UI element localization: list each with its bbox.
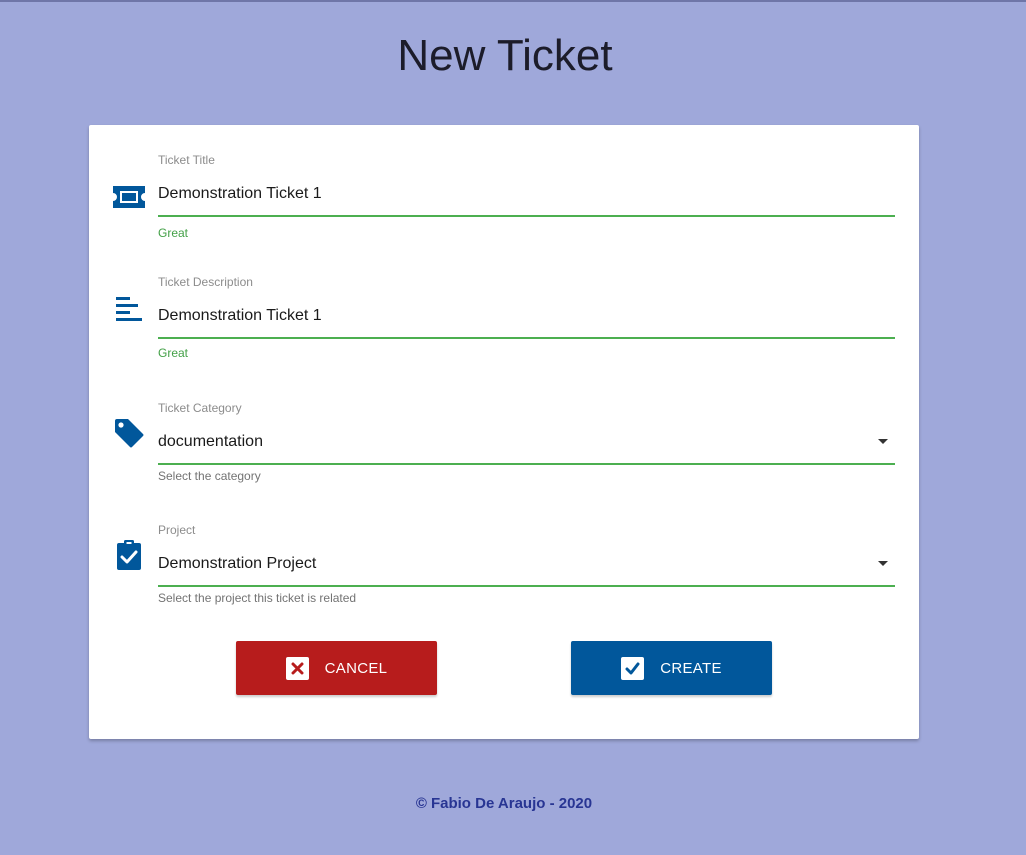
create-button[interactable]: CREATE (571, 641, 772, 695)
ticket-category-value: documentation (158, 433, 263, 450)
ticket-category-select[interactable]: documentation (158, 421, 895, 465)
create-button-label: CREATE (660, 659, 722, 677)
top-border (0, 0, 1026, 2)
ticket-category-field: Ticket Category documentation Select the… (89, 401, 919, 501)
description-lines-icon (111, 291, 147, 327)
close-box-icon (285, 656, 309, 680)
project-hint: Select the project this ticket is relate… (158, 591, 357, 605)
project-field: Project Demonstration Project Select the… (89, 523, 919, 623)
footer: © Fabio De Araujo - 2020 (0, 795, 1008, 812)
ticket-description-field: Ticket Description Great (89, 275, 919, 375)
ticket-title-input[interactable] (158, 173, 895, 217)
check-box-icon (621, 656, 645, 680)
chevron-down-icon (878, 439, 888, 444)
ticket-category-hint: Select the category (158, 469, 261, 483)
ticket-title-field: Ticket Title Great (89, 153, 919, 253)
ticket-description-hint: Great (158, 346, 189, 360)
ticket-title-label: Ticket Title (158, 153, 215, 167)
cancel-button[interactable]: CANCEL (236, 641, 437, 695)
cancel-button-label: CANCEL (324, 659, 388, 677)
project-label: Project (158, 523, 196, 537)
ticket-description-input[interactable] (158, 295, 895, 339)
page-title: New Ticket (397, 31, 613, 80)
chevron-down-icon (878, 561, 888, 566)
project-select[interactable]: Demonstration Project (158, 543, 895, 587)
ticket-icon (111, 179, 147, 215)
footer-text: Fabio De Araujo - 2020 (430, 795, 593, 812)
clipboard-check-icon (111, 537, 147, 573)
copyright-symbol: © (415, 795, 427, 812)
project-value: Demonstration Project (158, 555, 317, 572)
ticket-title-hint: Great (158, 226, 189, 240)
new-ticket-form-card: Ticket Title Great Ticket Description Gr… (89, 125, 919, 739)
ticket-category-label: Ticket Category (158, 401, 242, 415)
ticket-description-label: Ticket Description (158, 275, 253, 289)
tag-icon (111, 415, 147, 451)
